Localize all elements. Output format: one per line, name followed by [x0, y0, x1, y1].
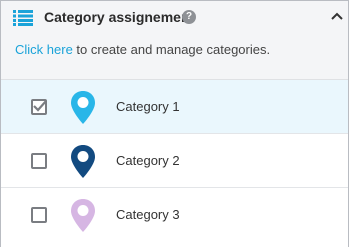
- category-label: Category 3: [116, 207, 180, 222]
- manage-categories-link[interactable]: Click here: [15, 42, 73, 57]
- category-checkbox-1[interactable]: [31, 99, 47, 115]
- list-icon: [13, 10, 33, 26]
- category-checkbox-3[interactable]: [31, 207, 47, 223]
- chevron-up-icon[interactable]: [331, 12, 343, 20]
- category-label: Category 2: [116, 153, 180, 168]
- category-assignment-panel: Category assignement ? Click here to cre…: [0, 0, 349, 248]
- intro-text: Click here to create and manage categori…: [15, 42, 270, 57]
- map-pin-icon: [71, 145, 95, 178]
- panel-header[interactable]: Category assignement ?: [1, 1, 348, 35]
- panel-title: Category assignement: [44, 9, 195, 25]
- map-pin-icon: [71, 91, 95, 124]
- map-pin-icon: [71, 199, 95, 232]
- category-row-3[interactable]: Category 3: [1, 188, 348, 242]
- help-icon[interactable]: ?: [182, 10, 196, 24]
- category-row-2[interactable]: Category 2: [1, 134, 348, 188]
- category-list: Category 1 Category 2 Category 3: [1, 79, 348, 248]
- checkmark-icon: [33, 100, 47, 112]
- category-checkbox-2[interactable]: [31, 153, 47, 169]
- intro-rest-text: to create and manage categories.: [72, 42, 271, 57]
- category-row-1[interactable]: Category 1: [1, 80, 348, 134]
- category-label: Category 1: [116, 99, 180, 114]
